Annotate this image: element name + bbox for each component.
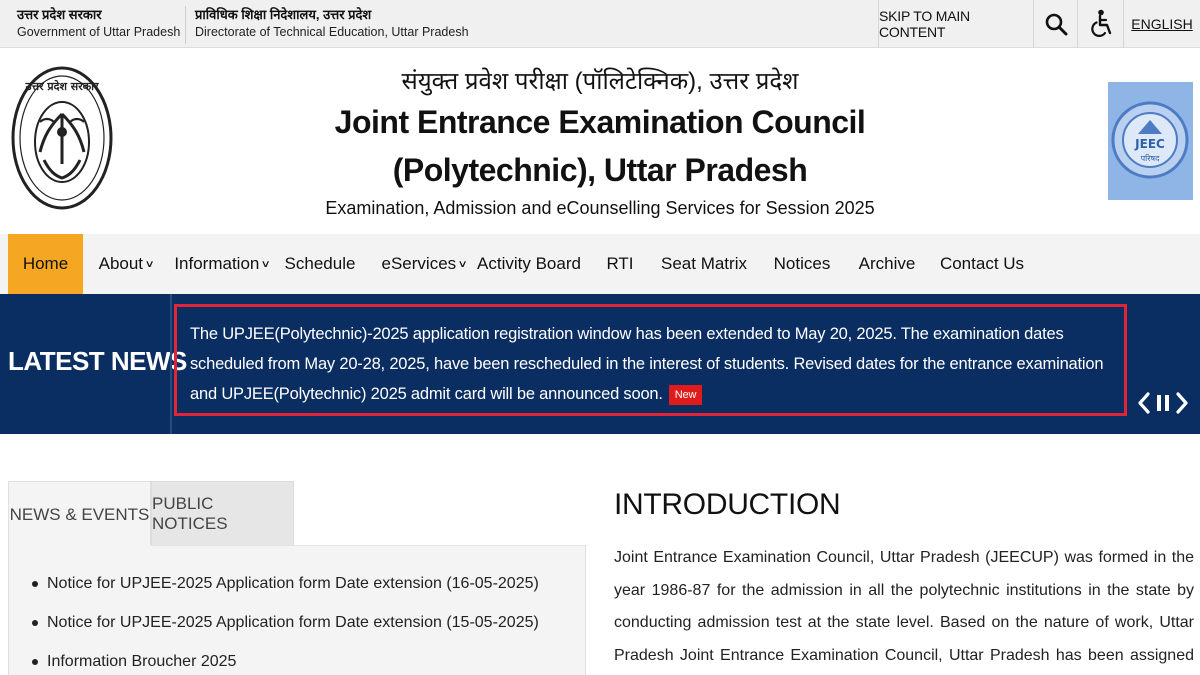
- nav-contact-us-label: Contact Us: [939, 254, 1025, 273]
- tab-news-events[interactable]: NEWS & EVENTS: [8, 481, 151, 547]
- nav-activity-board[interactable]: Activity Board: [475, 234, 583, 294]
- news-ticker-item[interactable]: The UPJEE(Polytechnic)-2025 application …: [174, 304, 1127, 416]
- accessibility-icon: [1090, 9, 1111, 37]
- language-english-link[interactable]: ENGLISH: [1123, 0, 1200, 48]
- main-navigation: Home About ∨ Information ∨ Schedule eServi…: [0, 234, 1200, 294]
- government-link[interactable]: उत्तर प्रदेश सरकार Government of Uttar P…: [8, 6, 186, 44]
- notice-list: Notice for UPJEE-2025 Application form D…: [9, 546, 585, 675]
- nav-home-label: Home: [22, 254, 69, 273]
- news-text: The UPJEE(Polytechnic)-2025 application …: [190, 325, 1104, 403]
- news-tabs: NEWS & EVENTS PUBLIC NOTICES: [8, 481, 586, 547]
- nav-eservices[interactable]: eServices ∨: [377, 234, 471, 294]
- nav-about-label: About: [98, 254, 144, 273]
- accessibility-button[interactable]: [1077, 0, 1123, 48]
- nav-rti-label: RTI: [606, 254, 634, 273]
- chevron-left-icon[interactable]: [1137, 392, 1151, 414]
- list-item[interactable]: Notice for UPJEE-2025 Application form D…: [32, 603, 585, 642]
- nav-notices[interactable]: Notices: [768, 234, 836, 294]
- nav-archive[interactable]: Archive: [854, 234, 920, 294]
- news-events-panel: Notice for UPJEE-2025 Application form D…: [8, 546, 586, 675]
- header-title-line1: Joint Entrance Examination Council: [334, 104, 866, 140]
- nav-rti[interactable]: RTI: [600, 234, 640, 294]
- top-utility-bar: उत्तर प्रदेश सरकार Government of Uttar P…: [0, 0, 1200, 48]
- directorate-hindi: प्राविधिक शिक्षा निदेशालय, उत्तर प्रदेश: [195, 7, 372, 22]
- jeec-logo-text: JEEC: [1134, 137, 1165, 151]
- chevron-right-icon[interactable]: [1175, 392, 1189, 414]
- nav-schedule-label: Schedule: [284, 254, 356, 273]
- introduction-heading: INTRODUCTION: [614, 488, 841, 521]
- latest-news-label: LATEST NEWS: [8, 346, 187, 376]
- introduction-text: Joint Entrance Examination Council, Utta…: [614, 549, 1194, 664]
- latest-news-bar: LATEST NEWS The UPJEE(Polytechnic)-2025 …: [0, 294, 1200, 434]
- news-divider: [170, 294, 172, 434]
- header-hindi-title: संयुक्त प्रवेश परीक्षा (पॉलिटेक्निक), उत…: [401, 68, 799, 95]
- search-button[interactable]: [1033, 0, 1077, 48]
- government-hindi: उत्तर प्रदेश सरकार: [17, 7, 102, 22]
- nav-about[interactable]: About ∨: [91, 234, 161, 294]
- tab-public-notices[interactable]: PUBLIC NOTICES: [151, 481, 294, 547]
- site-header: उत्तर प्रदेश सरकार संयुक्त प्रवेश परीक्ष…: [0, 48, 1200, 234]
- list-item[interactable]: Information Broucher 2025: [32, 642, 585, 675]
- nav-schedule[interactable]: Schedule: [281, 234, 359, 294]
- nav-seat-matrix-label: Seat Matrix: [661, 254, 747, 273]
- nav-archive-label: Archive: [858, 254, 916, 273]
- new-badge: New: [668, 385, 703, 405]
- nav-information-label: Information: [174, 254, 260, 273]
- chevron-down-icon: ∨: [144, 258, 155, 270]
- header-title-line2: (Polytechnic), Uttar Pradesh: [392, 152, 808, 188]
- jeec-logo-subtext: परिषद: [1141, 153, 1161, 163]
- directorate-link[interactable]: प्राविधिक शिक्षा निदेशालय, उत्तर प्रदेश …: [186, 6, 486, 44]
- search-icon: [1045, 13, 1067, 36]
- nav-seat-matrix[interactable]: Seat Matrix: [656, 234, 752, 294]
- pause-icon[interactable]: [1156, 394, 1170, 412]
- news-controls: [1137, 390, 1189, 416]
- skip-to-main-content-link[interactable]: SKIP TO MAIN CONTENT: [878, 0, 1033, 48]
- nav-contact-us[interactable]: Contact Us: [938, 234, 1026, 294]
- nav-activity-board-label: Activity Board: [477, 254, 581, 273]
- list-item[interactable]: Notice for UPJEE-2025 Application form D…: [32, 564, 585, 603]
- nav-home[interactable]: Home: [8, 234, 83, 294]
- header-subtitle: Examination, Admission and eCounselling …: [325, 198, 875, 218]
- chevron-down-icon: ∨: [457, 258, 468, 270]
- directorate-english: Directorate of Technical Education, Utta…: [195, 25, 469, 39]
- nav-notices-label: Notices: [773, 254, 831, 273]
- nav-information[interactable]: Information ∨: [167, 234, 277, 294]
- chevron-down-icon: ∨: [260, 258, 272, 270]
- jeec-logo-icon[interactable]: JEEC परिषद: [1108, 82, 1193, 200]
- government-english: Government of Uttar Pradesh: [17, 25, 181, 39]
- nav-eservices-label: eServices: [381, 254, 457, 273]
